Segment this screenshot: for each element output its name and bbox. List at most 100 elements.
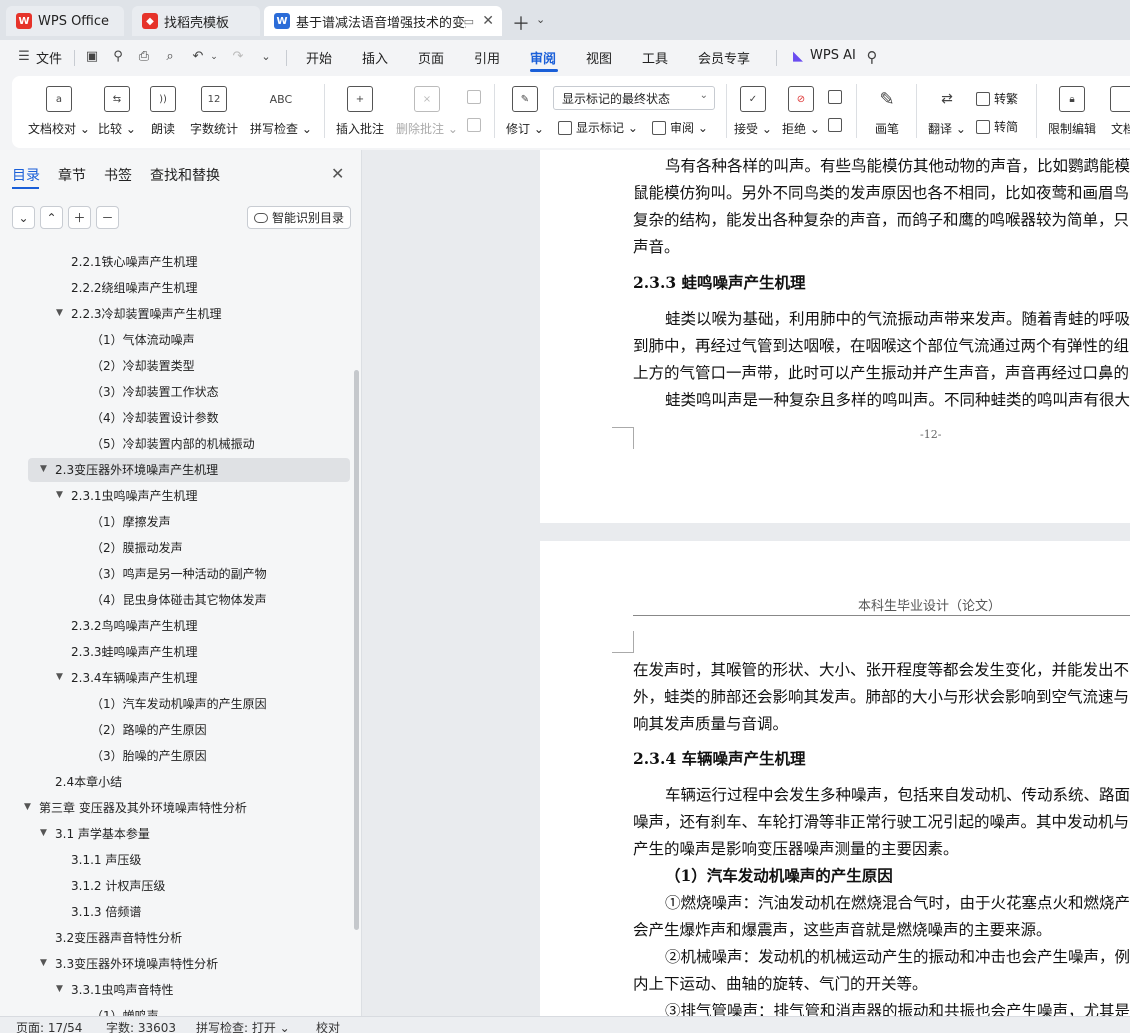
menu-wps-ai[interactable]: WPS AI [810, 48, 856, 63]
redo-icon[interactable]: ↷ [230, 49, 246, 65]
toc-item[interactable]: （3）胎噪的产生原因 [91, 744, 207, 766]
toc-item[interactable]: ▼ 2.2.3冷却装置噪声产生机理 [56, 302, 222, 324]
toc-item[interactable]: （4）昆虫身体碰击其它物体发声 [91, 588, 267, 610]
tab-current-document[interactable]: W 基于谱减法语音增强技术的变压 ▭ ✕ [264, 6, 502, 36]
print-icon[interactable]: ⎙ [136, 49, 152, 65]
tab-wps-office[interactable]: W WPS Office [6, 6, 124, 36]
menu-view[interactable]: 视图 [586, 48, 612, 67]
toc-item[interactable]: 3.1.1 声压级 [71, 848, 141, 870]
ink-button[interactable]: ✎ 画笔 [874, 76, 900, 137]
to-traditional-button[interactable]: 转繁 [976, 90, 1018, 107]
expand-caret-icon[interactable]: ▼ [24, 802, 31, 812]
menu-review[interactable]: 审阅 [530, 48, 556, 67]
new-tab-icon[interactable]: ＋ [512, 10, 530, 36]
monitor-icon[interactable]: ▭ [464, 15, 474, 28]
translate-button[interactable]: ⇄ 翻译 ⌄ [928, 76, 966, 137]
tab-find-replace[interactable]: 查找和替换 [150, 165, 220, 185]
toc-item[interactable]: ▼ 3.3变压器外环境噪声特性分析 [40, 952, 218, 974]
revise-button[interactable]: ✎ 修订 ⌄ [506, 76, 544, 137]
insert-comment-button[interactable]: + 插入批注 [336, 76, 384, 137]
toc-item[interactable]: （2）膜振动发声 [91, 536, 183, 558]
tab-chapters[interactable]: 章节 [58, 165, 86, 185]
toc-item[interactable]: ▼ 3.1 声学基本参量 [40, 822, 150, 844]
doc-check-button[interactable]: a 文档校对 ⌄ [28, 76, 90, 137]
expand-caret-icon[interactable]: ▼ [56, 490, 63, 500]
chevron-down-icon[interactable]: ⌄ [536, 13, 545, 26]
close-icon[interactable]: ✕ [331, 164, 344, 183]
close-tab-icon[interactable]: ✕ [482, 13, 494, 29]
print-preview-icon[interactable]: ⌕ [162, 49, 178, 65]
toc-item[interactable]: （1）气体流动噪声 [91, 328, 195, 350]
delete-comment-button[interactable]: × 删除批注 ⌄ [396, 76, 458, 137]
toc-item[interactable]: ▼ 2.3变压器外环境噪声产生机理 [40, 458, 218, 480]
toc-item[interactable]: （3）鸣声是另一种活动的副产物 [91, 562, 267, 584]
next-change-icon[interactable] [828, 118, 846, 132]
compare-button[interactable]: ⇆ 比较 ⌄ [98, 76, 136, 137]
toc-item[interactable]: ▼ 第三章 变压器及其外环境噪声特性分析 [24, 796, 247, 818]
menu-home[interactable]: 开始 [306, 48, 332, 67]
tab-docer-templates[interactable]: ◆ 找稻壳模板 [132, 6, 260, 36]
chevron-down-icon[interactable]: ⌄ [206, 49, 222, 65]
add-heading-button[interactable]: ＋ [68, 206, 91, 229]
wps-ai-icon[interactable]: ◣ [790, 49, 806, 65]
toc-item[interactable]: （3）冷却装置工作状态 [91, 380, 219, 402]
menu-tools[interactable]: 工具 [642, 48, 668, 67]
toc-item[interactable]: 3.1.3 倍频谱 [71, 900, 141, 922]
share-icon[interactable]: ⚲ [110, 49, 126, 65]
undo-icon[interactable]: ↶ [190, 49, 206, 65]
toc-item[interactable]: （5）冷却装置内部的机械振动 [91, 432, 255, 454]
expand-up-button[interactable]: ⌃ [40, 206, 63, 229]
expand-caret-icon[interactable]: ▼ [40, 464, 47, 474]
prev-change-icon[interactable] [828, 90, 846, 104]
expand-caret-icon[interactable]: ▼ [40, 958, 47, 968]
tab-toc[interactable]: 目录 [12, 165, 40, 185]
toc-item[interactable]: （2）冷却装置类型 [91, 354, 195, 376]
expand-caret-icon[interactable]: ▼ [56, 308, 63, 318]
markup-mode-select[interactable]: 显示标记的最终状态 ⌄ [553, 86, 715, 110]
toc-item[interactable]: 2.3.3蛙鸣噪声产生机理 [71, 640, 198, 662]
scrollbar[interactable] [354, 370, 359, 930]
remove-heading-button[interactable]: － [96, 206, 119, 229]
toc-item[interactable]: 2.3.2鸟鸣噪声产生机理 [71, 614, 198, 636]
toc-item[interactable]: （1）蝉鸣声 [91, 1004, 159, 1017]
tab-bookmarks[interactable]: 书签 [104, 165, 132, 185]
page-indicator[interactable]: 页面: 17/54 [16, 1019, 82, 1033]
next-comment-icon[interactable] [467, 118, 485, 132]
accept-button[interactable]: ✓ 接受 ⌄ [734, 76, 772, 137]
to-simplified-button[interactable]: 转简 [976, 118, 1018, 135]
spell-check-button[interactable]: ABC 拼写检查 ⌄ [250, 76, 312, 137]
smart-toc-button[interactable]: 智能识别目录 [247, 206, 351, 229]
spell-check-status[interactable]: 拼写检查: 打开 ⌄ [196, 1019, 290, 1033]
read-aloud-button[interactable]: )) 朗读 [150, 76, 176, 137]
collapse-all-button[interactable]: ⌄ [12, 206, 35, 229]
toc-item[interactable]: ▼ 2.3.1虫鸣噪声产生机理 [56, 484, 198, 506]
menu-file[interactable]: 文件 [36, 48, 62, 67]
toc-item[interactable]: （4）冷却装置设计参数 [91, 406, 219, 428]
reject-button[interactable]: ⊘ 拒绝 ⌄ [782, 76, 820, 137]
show-markup-button[interactable]: 显示标记 ⌄ [558, 119, 638, 136]
restrict-edit-button[interactable]: 🔒︎ 限制编辑 [1048, 76, 1096, 137]
menu-membership[interactable]: 会员专享 [698, 48, 750, 67]
toc-item[interactable]: （1）摩擦发声 [91, 510, 171, 532]
prev-comment-icon[interactable] [467, 90, 485, 104]
doc-permission-button[interactable]: 文档 [1110, 76, 1130, 137]
review-pane-button[interactable]: 审阅 ⌄ [652, 119, 708, 136]
word-count-indicator[interactable]: 字数: 33603 [106, 1019, 176, 1033]
menu-insert[interactable]: 插入 [362, 48, 388, 67]
search-icon[interactable]: ⚲ [864, 49, 880, 65]
toc-item[interactable]: （2）路噪的产生原因 [91, 718, 207, 740]
expand-caret-icon[interactable]: ▼ [56, 672, 63, 682]
save-icon[interactable]: ▣ [84, 49, 100, 65]
menu-page[interactable]: 页面 [418, 48, 444, 67]
menu-reference[interactable]: 引用 [474, 48, 500, 67]
toc-item[interactable]: 2.2.1铁心噪声产生机理 [71, 250, 198, 272]
toc-item[interactable]: 2.4本章小结 [55, 770, 122, 792]
expand-caret-icon[interactable]: ▼ [40, 828, 47, 838]
hamburger-icon[interactable]: ☰ [16, 49, 32, 65]
toc-item[interactable]: ▼ 2.3.4车辆噪声产生机理 [56, 666, 198, 688]
toc-item[interactable]: 3.1.2 计权声压级 [71, 874, 165, 896]
expand-caret-icon[interactable]: ▼ [56, 984, 63, 994]
proofread-status[interactable]: 校对 [316, 1019, 340, 1033]
toc-item[interactable]: 3.2变压器声音特性分析 [55, 926, 182, 948]
toc-item[interactable]: （1）汽车发动机噪声的产生原因 [91, 692, 267, 714]
